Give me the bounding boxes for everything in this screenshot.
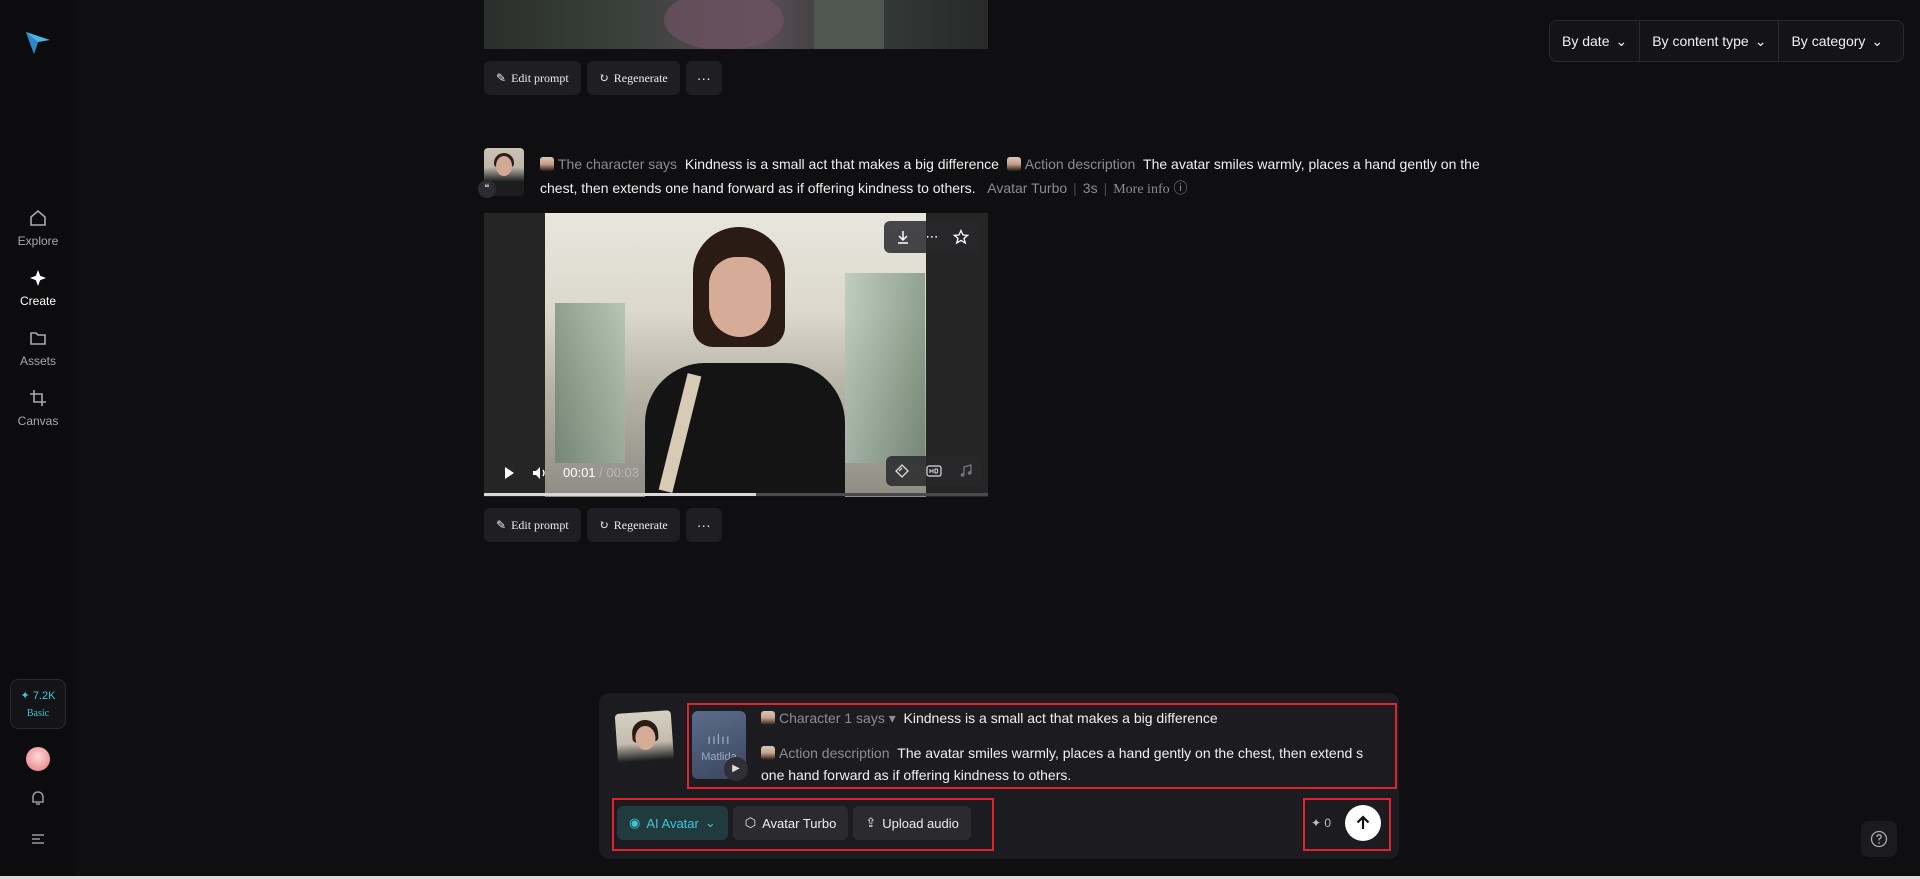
composer-avatar-thumbnail[interactable] <box>614 710 676 782</box>
plan-label: Basic <box>26 708 50 719</box>
cost-indicator: ✦ 0 <box>1311 816 1332 830</box>
filter-by-date[interactable]: By date ⌄ <box>1550 20 1639 62</box>
action-label: Action description <box>779 745 890 761</box>
chevron-down-icon: ⌄ <box>1754 32 1767 49</box>
model-selector[interactable]: ⬡ Avatar Turbo <box>732 806 849 840</box>
sidebar-item-assets[interactable]: Assets <box>0 328 76 368</box>
refresh-icon: ↻ <box>598 517 609 532</box>
previous-result-image[interactable] <box>484 0 988 49</box>
send-button[interactable] <box>1345 805 1381 841</box>
character-avatar-icon <box>540 157 554 171</box>
filter-label: By date <box>1562 33 1610 49</box>
home-icon <box>30 209 46 226</box>
filter-label: By category <box>1791 33 1866 49</box>
video-progress-bar[interactable] <box>484 493 988 496</box>
credits-badge[interactable]: ✦ 7.2K Basic <box>10 679 66 729</box>
sidebar: Explore Create Assets Canvas ✦ 7.2K Basi… <box>0 0 76 879</box>
filter-label: By content type <box>1652 33 1749 49</box>
video-player[interactable] <box>484 213 988 497</box>
sidebar-item-create[interactable]: Create <box>0 268 76 308</box>
previous-result-actions: ✎ Edit prompt ↻ Regenerate ··· <box>484 61 722 95</box>
enhance-icon[interactable] <box>894 464 909 478</box>
mode-selector[interactable]: ◉ AI Avatar ⌄ <box>617 806 728 840</box>
sidebar-item-explore[interactable]: Explore <box>0 208 76 248</box>
video-progress-fill <box>484 493 757 496</box>
volume-icon[interactable] <box>532 466 548 480</box>
current-time: 00:01 <box>563 465 596 480</box>
star-icon[interactable] <box>952 229 969 245</box>
video-extra-controls <box>886 456 982 486</box>
regenerate-button[interactable]: ↻ Regenerate <box>586 508 680 542</box>
regenerate-button[interactable]: ↻ Regenerate <box>586 61 680 95</box>
refresh-icon: ↻ <box>598 70 609 85</box>
arrow-up-icon <box>1356 815 1370 829</box>
composer-prompt[interactable]: Character 1 says ▾ Kindness is a small a… <box>761 708 1387 786</box>
quote-icon: ❝ <box>478 180 496 198</box>
help-button[interactable] <box>1861 821 1897 857</box>
crop-icon <box>30 390 46 406</box>
total-time: / 00:03 <box>599 465 639 480</box>
character-avatar-icon <box>761 746 775 760</box>
chevron-down-icon: ⌄ <box>1615 32 1628 49</box>
model-label: Avatar Turbo <box>987 180 1068 196</box>
sparkle-icon: ✦ <box>1311 816 1322 830</box>
cube-icon: ⬡ <box>744 815 757 830</box>
video-top-controls: ⋯ <box>884 221 980 253</box>
video-time: 00:01 / 00:03 <box>563 465 639 480</box>
more-button[interactable]: ··· <box>685 508 722 542</box>
edit-prompt-button[interactable]: ✎ Edit prompt <box>484 61 581 95</box>
result-actions: ✎ Edit prompt ↻ Regenerate ··· <box>484 508 722 542</box>
download-icon[interactable] <box>895 229 911 245</box>
says-label: The character says <box>558 156 678 172</box>
character-label[interactable]: Character 1 says <box>779 710 885 726</box>
filter-bar: By date ⌄ By content type ⌄ By category … <box>1549 20 1904 62</box>
edit-icon: ✎ <box>496 70 507 85</box>
logo-icon[interactable] <box>24 28 52 56</box>
chevron-down-icon: ⌄ <box>704 815 716 830</box>
bell-icon[interactable] <box>29 789 47 807</box>
avatar[interactable] <box>26 747 50 771</box>
play-icon[interactable] <box>502 466 516 480</box>
composer-tools: ◉ AI Avatar ⌄ ⬡ Avatar Turbo ⇪ Upload au… <box>617 806 971 840</box>
edit-icon: ✎ <box>496 517 507 532</box>
info-icon: ⓘ <box>1173 180 1188 196</box>
filter-by-content-type[interactable]: By content type ⌄ <box>1639 20 1778 62</box>
duration-label: 3s <box>1082 180 1098 196</box>
more-info-link[interactable]: More info <box>1113 182 1169 197</box>
more-icon[interactable]: ⋯ <box>925 229 938 245</box>
filter-by-category[interactable]: By category ⌄ <box>1778 20 1895 62</box>
sidebar-item-label: Assets <box>19 354 56 368</box>
sidebar-item-label: Create <box>19 294 57 308</box>
caret-down-icon: ▾ <box>888 710 896 726</box>
upload-icon: ⇪ <box>865 815 877 830</box>
credits-amount: 7.2K <box>32 690 56 702</box>
menu-icon[interactable] <box>29 830 47 848</box>
hd-icon[interactable] <box>926 465 942 477</box>
music-icon[interactable] <box>959 464 973 478</box>
help-icon <box>1870 830 1888 848</box>
character-text: Kindness is a small act that makes a big… <box>903 710 1218 726</box>
sidebar-item-label: Canvas <box>17 414 59 428</box>
post-prompt: The character says Kindness is a small a… <box>540 156 1480 197</box>
says-text: Kindness is a small act that makes a big… <box>684 156 999 172</box>
character-avatar-icon <box>1006 157 1021 171</box>
sparkle-icon: ✦ <box>20 690 30 702</box>
sparkle-icon <box>30 270 46 286</box>
eye-icon: ◉ <box>629 815 641 830</box>
edit-prompt-button[interactable]: ✎ Edit prompt <box>484 508 581 542</box>
upload-audio-button[interactable]: ⇪ Upload audio <box>853 806 971 840</box>
sidebar-item-canvas[interactable]: Canvas <box>0 388 76 428</box>
chevron-down-icon: ⌄ <box>1871 32 1884 49</box>
folder-icon <box>30 332 46 345</box>
action-label: Action description <box>1024 156 1136 172</box>
more-button[interactable]: ··· <box>685 61 722 95</box>
sidebar-item-label: Explore <box>17 234 59 248</box>
character-avatar-icon <box>761 711 775 725</box>
